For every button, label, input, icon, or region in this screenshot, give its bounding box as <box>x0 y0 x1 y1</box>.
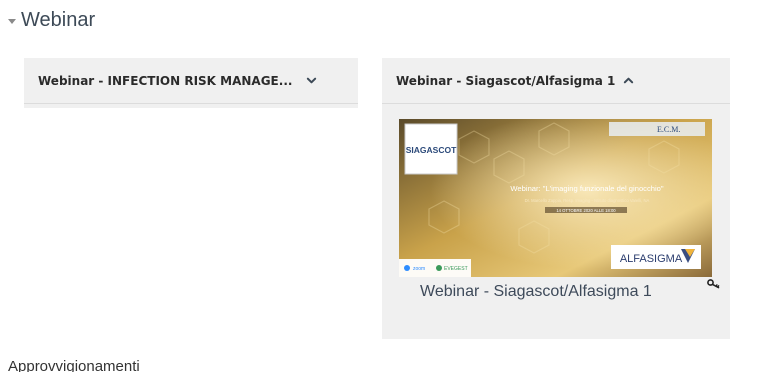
thumbnail-platform-2: EVEGEST <box>444 266 468 272</box>
card-header[interactable]: Webinar - INFECTION RISK MANAGE... <box>24 58 358 104</box>
thumbnail-headline: Webinar: "L'imaging funzionale del ginoc… <box>510 184 663 193</box>
caret-down-icon <box>8 19 16 24</box>
thumbnail-ecm-text: E.C.M. <box>657 125 680 134</box>
thumbnail-logo-text: SIAGASCOT <box>406 145 457 155</box>
course-card-infection-risk: Webinar - INFECTION RISK MANAGE... <box>24 58 358 108</box>
section-title: Webinar <box>21 9 96 31</box>
thumbnail-date: 14 OTTOBRE 2020 ALLE 18:00 <box>556 208 616 213</box>
thumbnail-sponsor: ALFASIGMA <box>620 253 683 265</box>
chevron-up-icon <box>624 77 634 84</box>
next-section-title[interactable]: Approvvigionamenti <box>8 358 140 372</box>
key-icon <box>707 279 720 289</box>
webinar-thumbnail[interactable]: SIAGASCOT E.C.M. Webinar: "L'imaging fun… <box>399 119 712 277</box>
thumbnail-platform-1: zoom <box>413 266 425 272</box>
thumbnail-speaker: Dr. Marcello Zappia, Resp. Imaging - Ist… <box>525 198 650 203</box>
course-card-siagascot: Webinar - Siagascot/Alfasigma 1 SIAGASCO… <box>382 58 730 339</box>
chevron-down-icon <box>307 77 317 84</box>
section-header-webinar[interactable]: Webinar <box>8 9 95 32</box>
card-title: Webinar - Siagascot/Alfasigma 1 <box>396 73 616 88</box>
card-header[interactable]: Webinar - Siagascot/Alfasigma 1 <box>382 58 730 104</box>
card-title: Webinar - INFECTION RISK MANAGE... <box>38 73 293 88</box>
activity-link[interactable]: Webinar - Siagascot/Alfasigma 1 <box>420 283 652 301</box>
